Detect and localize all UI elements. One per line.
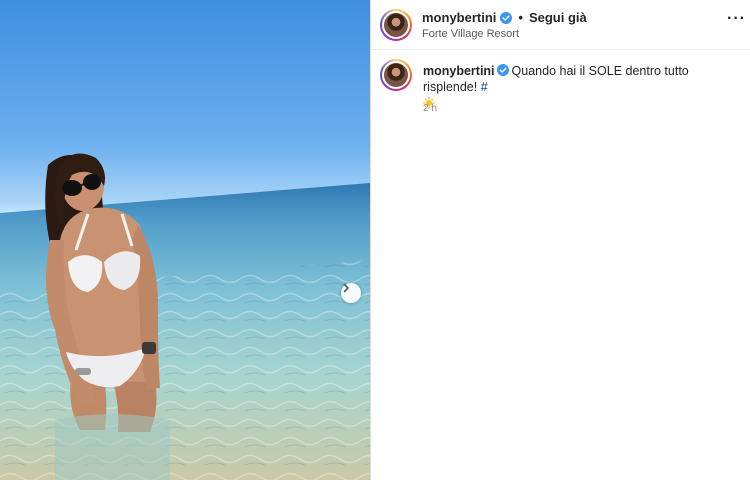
chevron-right-icon bbox=[343, 283, 349, 293]
caption-avatar[interactable] bbox=[380, 59, 412, 91]
caption-username[interactable]: monybertini bbox=[423, 64, 495, 78]
avatar[interactable] bbox=[380, 8, 412, 41]
header-username[interactable]: monybertini bbox=[422, 10, 496, 25]
verified-badge-icon bbox=[500, 11, 513, 24]
hashtag-link[interactable]: # bbox=[481, 80, 488, 94]
post-timestamp[interactable]: 2 h bbox=[423, 103, 437, 114]
beach-photo-illustration bbox=[0, 153, 370, 480]
post-header: monybertini • Segui già Forte Village Re… bbox=[371, 0, 750, 50]
separator-dot: • bbox=[518, 10, 523, 25]
post-photo[interactable] bbox=[0, 0, 370, 480]
caption-body: monybertini Quando hai il SOLE dentro tut… bbox=[423, 63, 738, 113]
post-side-panel: monybertini • Segui già Forte Village Re… bbox=[371, 0, 750, 480]
location-link[interactable]: Forte Village Resort bbox=[422, 28, 587, 40]
more-options-button[interactable]: ··· bbox=[727, 10, 746, 28]
more-horizontal-icon: ··· bbox=[727, 10, 746, 27]
verified-badge-icon bbox=[496, 64, 509, 76]
follow-status-button[interactable]: Segui già bbox=[529, 10, 587, 25]
next-photo-button[interactable] bbox=[341, 283, 361, 303]
